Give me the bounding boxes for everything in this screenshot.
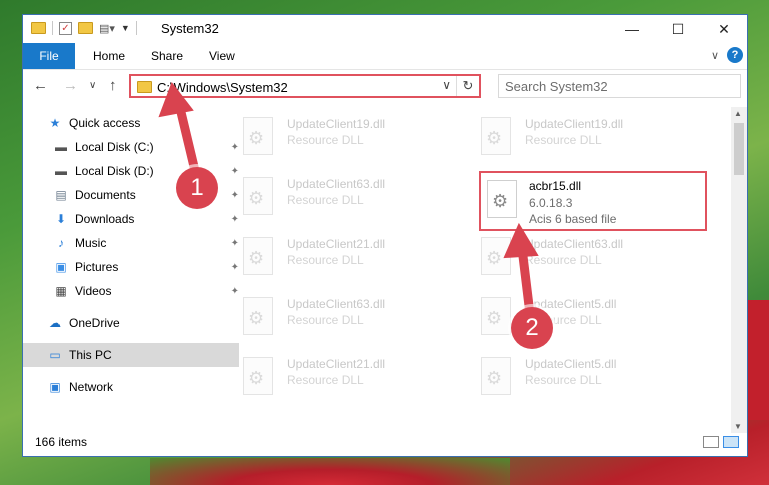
step-marker-2: 2 — [511, 307, 553, 349]
arrow-2-shaft — [517, 243, 535, 319]
arrow-1-shaft — [175, 103, 201, 180]
annotation-arrows — [158, 81, 539, 319]
arrow-1-head — [158, 81, 194, 118]
arrow-2-head — [503, 222, 539, 259]
step-marker-1: 1 — [176, 167, 218, 209]
